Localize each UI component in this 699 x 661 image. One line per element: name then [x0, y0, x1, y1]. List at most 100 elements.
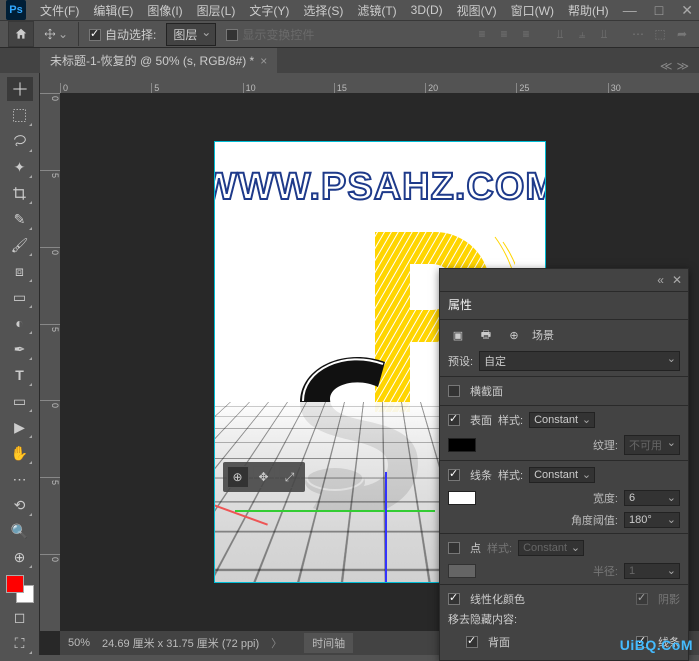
zoom-tool[interactable]: 🔍	[7, 519, 33, 543]
menu-file[interactable]: 文件(F)	[40, 2, 79, 19]
eyedropper-tool[interactable]: ✎	[7, 207, 33, 231]
surface-color-swatch[interactable]	[448, 438, 476, 452]
points-checkbox[interactable]	[448, 542, 460, 554]
align-right-icon[interactable]: ≡	[517, 25, 535, 43]
menu-type[interactable]: 文字(Y)	[249, 2, 289, 19]
surface-label: 表面	[470, 412, 492, 428]
tab-prev-icon[interactable]: ≪	[660, 59, 673, 73]
axis-z-icon	[385, 472, 387, 582]
timeline-tab-button[interactable]: 时间轴	[304, 633, 353, 653]
menu-edit[interactable]: 编辑(E)	[93, 2, 133, 19]
linearize-checkbox[interactable]	[448, 593, 460, 605]
width-label: 宽度:	[593, 490, 618, 506]
move-tool[interactable]	[7, 77, 33, 101]
align-top-icon[interactable]: ⫫	[551, 25, 569, 43]
tab-next-icon[interactable]: ≫	[676, 59, 689, 73]
gradient-tool[interactable]: ▭	[7, 285, 33, 309]
auto-select-checkbox[interactable]: 自动选择:	[89, 26, 156, 43]
options-bar: ⌄ 自动选择: 图层 显示变换控件 ≡ ≡ ≡ ⫫ ⫨ ⫫ ⋯ ⬚ ➦	[0, 21, 699, 48]
preset-select[interactable]: 自定	[479, 351, 680, 371]
points-color-swatch	[448, 564, 476, 578]
points-style-label: 样式:	[487, 540, 512, 556]
quickmask-tool[interactable]: ◻	[7, 605, 33, 629]
scene-icon[interactable]: ▣	[448, 326, 468, 344]
document-tab[interactable]: 未标题-1-恢复的 @ 50% (s, RGB/8#) * ×	[40, 48, 277, 73]
home-button[interactable]	[8, 21, 34, 47]
crop-tool[interactable]	[7, 181, 33, 205]
menu-window[interactable]: 窗口(W)	[511, 2, 554, 19]
dodge-tool[interactable]: ◐	[7, 311, 33, 335]
align-bottom-icon[interactable]: ⫫	[595, 25, 613, 43]
surface-checkbox[interactable]	[448, 414, 460, 426]
backface-checkbox[interactable]	[466, 636, 478, 648]
panel-collapse-icon[interactable]: «	[657, 273, 664, 287]
align-icons-group: ≡ ≡ ≡ ⫫ ⫨ ⫫ ⋯ ⬚ ➦	[473, 25, 691, 43]
print-icon[interactable]: 🖶	[476, 326, 496, 344]
ellipsis-tool[interactable]: ⋯	[7, 467, 33, 491]
document-dimensions[interactable]: 24.69 厘米 x 31.75 厘米 (72 ppi)	[102, 635, 259, 651]
lines-checkbox[interactable]	[448, 469, 460, 481]
menu-layer[interactable]: 图层(L)	[197, 2, 236, 19]
3d-scale-icon[interactable]: ⤢	[279, 466, 301, 488]
menu-view[interactable]: 视图(V)	[457, 2, 497, 19]
zoom-level[interactable]: 50%	[68, 637, 90, 649]
type-tool[interactable]: T	[7, 363, 33, 387]
properties-panel: « ✕ 属性 ▣ 🖶 ⊕ 场景 预设: 自定 横截面	[439, 268, 689, 661]
tab-close-icon[interactable]: ×	[260, 54, 267, 68]
coord-icon[interactable]: ⊕	[504, 326, 524, 344]
remove-hidden-label: 移去隐藏内容:	[448, 611, 517, 627]
panel-close-icon[interactable]: ✕	[672, 273, 682, 287]
clone-stamp-tool[interactable]: ⧈	[7, 259, 33, 283]
camera-3d-tool[interactable]: ⊕	[7, 545, 33, 569]
show-transform-checkbox[interactable]: 显示变换控件	[226, 26, 314, 43]
hand-tool[interactable]: ✋	[7, 441, 33, 465]
show-transform-label: 显示变换控件	[242, 28, 314, 42]
shape-tool[interactable]: ▭	[7, 389, 33, 413]
lasso-tool[interactable]	[7, 129, 33, 153]
ruler-vertical[interactable]: 0 5 0 5 0 5 0	[40, 93, 60, 631]
points-label: 点	[470, 540, 481, 556]
watermark-text: WWW.PSAHZ.COM	[215, 166, 545, 209]
align-middle-icon[interactable]: ⫨	[573, 25, 591, 43]
width-select[interactable]: 6	[624, 490, 680, 506]
angle-select[interactable]: 180°	[624, 512, 680, 528]
distribute-h-icon[interactable]: ⋯	[629, 25, 647, 43]
align-center-h-icon[interactable]: ≡	[495, 25, 513, 43]
window-maximize-icon[interactable]: □	[655, 2, 663, 19]
lines-style-select[interactable]: Constant	[529, 467, 595, 483]
align-left-icon[interactable]: ≡	[473, 25, 491, 43]
screenmode-tool[interactable]: ⛶	[7, 631, 33, 655]
auto-select-target-select[interactable]: 图层	[166, 23, 216, 46]
auto-select-label: 自动选择:	[105, 28, 156, 42]
surface-style-select[interactable]: Constant	[529, 412, 595, 428]
lines-style-label: 样式:	[498, 467, 523, 483]
window-minimize-icon[interactable]: —	[623, 2, 637, 19]
ruler-horizontal[interactable]: 0 5 10 15 20 25 30	[60, 73, 699, 93]
menu-3d[interactable]: 3D(D)	[411, 3, 443, 17]
share-icon[interactable]: ➦	[673, 25, 691, 43]
radius-label: 半径:	[593, 563, 618, 579]
rotate-3d-tool[interactable]: ⟲	[7, 493, 33, 517]
3d-pan-icon[interactable]: ✥	[253, 466, 275, 488]
brush-tool[interactable]: 🖌	[7, 233, 33, 257]
magic-wand-tool[interactable]: ✦	[7, 155, 33, 179]
backface-label: 背面	[488, 634, 510, 650]
menu-select[interactable]: 选择(S)	[303, 2, 343, 19]
window-close-icon[interactable]: ✕	[681, 2, 693, 19]
lines-color-swatch[interactable]	[448, 491, 476, 505]
marquee-tool[interactable]	[7, 103, 33, 127]
menu-filter[interactable]: 滤镜(T)	[357, 2, 396, 19]
footer-credit: UiBQ.CoM	[620, 637, 693, 653]
shadow-checkbox	[636, 593, 648, 605]
3d-orbit-icon[interactable]: ⊕	[227, 466, 249, 488]
menu-help[interactable]: 帮助(H)	[568, 2, 609, 19]
cross-section-checkbox[interactable]	[448, 385, 460, 397]
3d-mode-icon[interactable]: ⬚	[651, 25, 669, 43]
foreground-color-swatch[interactable]	[6, 575, 24, 593]
move-tool-icon[interactable]: ⌄	[44, 22, 68, 46]
path-select-tool[interactable]: ▶	[7, 415, 33, 439]
menu-image[interactable]: 图像(I)	[147, 2, 182, 19]
cross-section-label: 横截面	[470, 383, 503, 399]
pen-tool[interactable]: ✒	[7, 337, 33, 361]
color-swatches[interactable]	[6, 575, 34, 603]
